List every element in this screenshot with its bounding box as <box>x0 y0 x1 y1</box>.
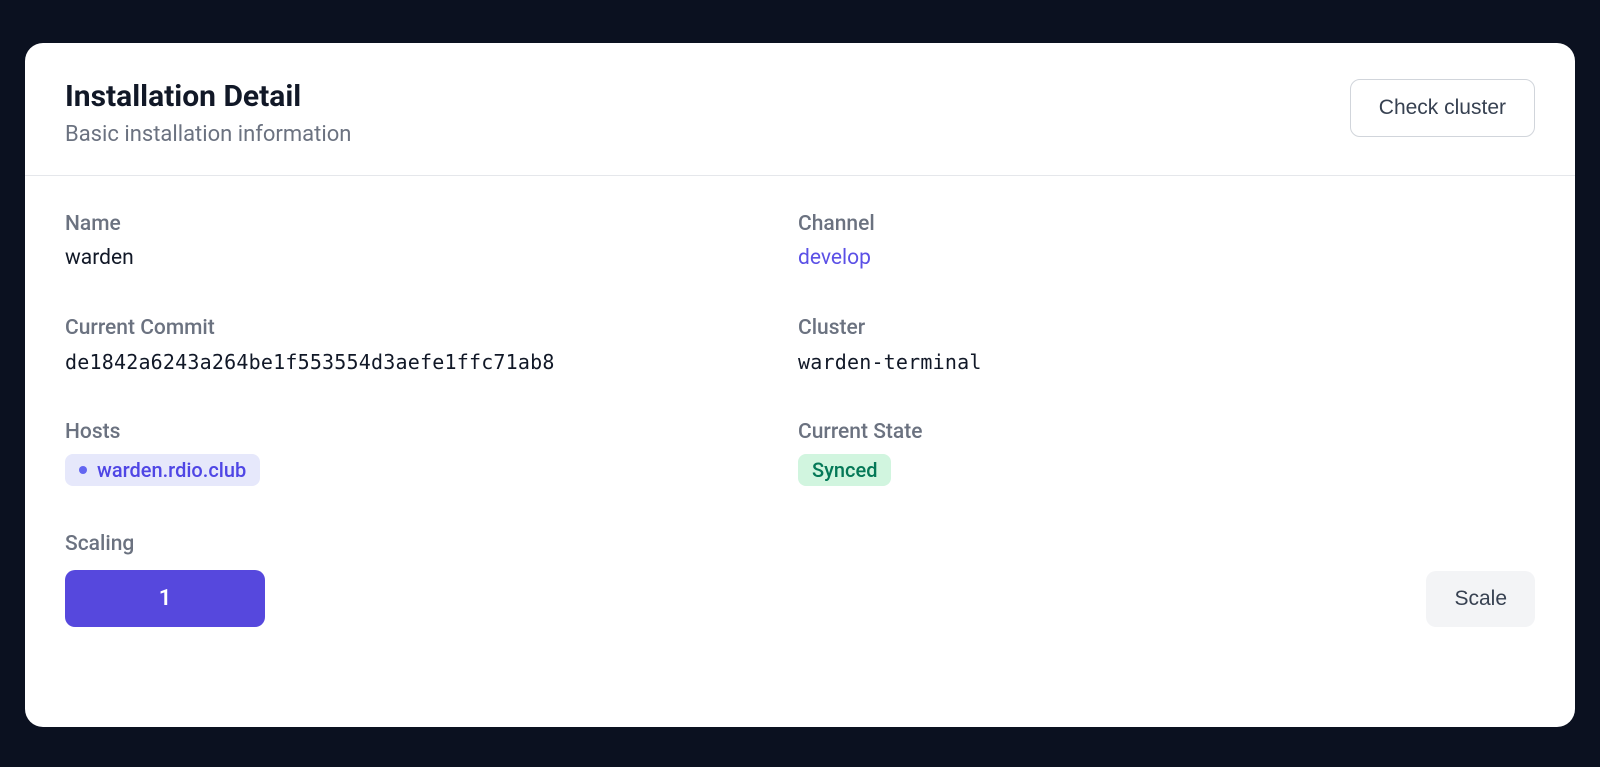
field-channel: Channel develop <box>798 212 1535 270</box>
field-commit: Current Commit de1842a6243a264be1f553554… <box>65 316 798 374</box>
row-name-channel: Name warden Channel develop <box>65 212 1535 270</box>
state-label: Current State <box>798 420 1535 444</box>
row-hosts-state: Hosts warden.rdio.club Current State Syn… <box>65 420 1535 486</box>
host-badge[interactable]: warden.rdio.club <box>65 454 260 486</box>
channel-label: Channel <box>798 212 1535 236</box>
commit-value: de1842a6243a264be1f553554d3aefe1ffc71ab8 <box>65 350 798 374</box>
check-cluster-button[interactable]: Check cluster <box>1350 79 1535 137</box>
field-name: Name warden <box>65 212 798 270</box>
status-dot-icon <box>79 466 87 474</box>
field-state: Current State Synced <box>798 420 1535 486</box>
name-value: warden <box>65 246 798 270</box>
row-commit-cluster: Current Commit de1842a6243a264be1f553554… <box>65 316 1535 374</box>
page-subtitle: Basic installation information <box>65 122 351 147</box>
field-scaling: Scaling 1 <box>65 532 265 627</box>
card-header: Installation Detail Basic installation i… <box>25 43 1575 176</box>
scale-button[interactable]: Scale <box>1426 571 1535 627</box>
field-hosts: Hosts warden.rdio.club <box>65 420 798 486</box>
scaling-count-badge: 1 <box>65 570 265 627</box>
field-cluster: Cluster warden-terminal <box>798 316 1535 374</box>
page-title: Installation Detail <box>65 79 351 114</box>
installation-detail-card: Installation Detail Basic installation i… <box>25 43 1575 727</box>
card-body: Name warden Channel develop Current Comm… <box>25 176 1575 663</box>
commit-label: Current Commit <box>65 316 798 340</box>
cluster-value: warden-terminal <box>798 350 1535 374</box>
header-text-block: Installation Detail Basic installation i… <box>65 79 351 147</box>
channel-value-link[interactable]: develop <box>798 246 1535 270</box>
row-scaling: Scaling 1 Scale <box>65 532 1535 627</box>
cluster-label: Cluster <box>798 316 1535 340</box>
name-label: Name <box>65 212 798 236</box>
scaling-label: Scaling <box>65 532 265 556</box>
hosts-label: Hosts <box>65 420 798 444</box>
host-value: warden.rdio.club <box>97 458 246 482</box>
state-badge: Synced <box>798 454 891 486</box>
